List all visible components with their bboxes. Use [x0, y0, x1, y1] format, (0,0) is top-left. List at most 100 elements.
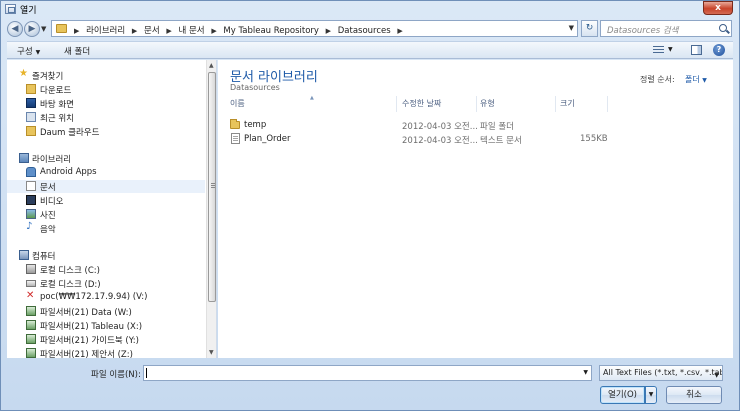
nav-label: 파일서버(21) 가이드북 (Y:) [40, 336, 139, 346]
nav-item-drive-z[interactable]: 파일서버(21) 제안서 (Z:) [7, 347, 205, 358]
disk-drive-icon [26, 264, 36, 274]
arrange-by-dropdown[interactable]: 폴더 ▼ [685, 74, 707, 85]
disk-drive-icon [26, 280, 36, 287]
address-bar[interactable]: ▶ 라이브러리 ▶ 문서 ▶ 내 문서 ▶ My Tableau Reposit… [51, 20, 578, 37]
nav-item-videos[interactable]: 비디오 [7, 194, 205, 207]
text-document-icon [231, 133, 240, 144]
filename-input[interactable]: ▼ [143, 365, 592, 381]
address-dropdown-icon[interactable]: ▼ [569, 24, 574, 32]
file-size: 155KB [580, 134, 608, 144]
nav-label: 사진 [40, 211, 56, 221]
preview-pane-icon[interactable] [691, 45, 702, 55]
nav-item-drive-w[interactable]: 파일서버(21) Data (W:) [7, 305, 205, 318]
chevron-right-icon[interactable]: ▶ [74, 27, 79, 35]
music-icon: ♪ [26, 221, 33, 232]
nav-item-music[interactable]: ♪ 음악 [7, 221, 205, 235]
scroll-up-icon[interactable]: ▲ [209, 62, 214, 69]
nav-item-pictures[interactable]: 사진 [7, 208, 205, 221]
search-icon[interactable] [719, 24, 727, 32]
nav-item-drive-y[interactable]: 파일서버(21) 가이드북 (Y:) [7, 333, 205, 346]
chevron-down-icon: ▼ [714, 372, 719, 379]
disconnected-drive-icon: ✕ [26, 290, 35, 301]
open-button[interactable]: 열기(O) [600, 386, 645, 404]
nav-label: 다운로드 [40, 86, 72, 96]
title-bar[interactable]: 열기 x [1, 1, 739, 18]
nav-item-android-apps[interactable]: Android Apps [7, 166, 205, 179]
file-type-select[interactable]: All Text Files (*.txt, *.csv, *.tab) ▼ [599, 365, 723, 381]
documents-icon [26, 181, 36, 191]
nav-label: 바탕 화면 [40, 100, 74, 110]
pictures-icon [26, 209, 36, 219]
library-icon [19, 153, 29, 163]
chevron-right-icon[interactable]: ▶ [166, 27, 171, 35]
close-button[interactable]: x [703, 1, 733, 15]
chevron-down-icon[interactable]: ▼ [668, 46, 673, 53]
star-icon: ★ [19, 68, 28, 79]
chevron-right-icon[interactable]: ▶ [132, 27, 137, 35]
nav-item-daum-cloud[interactable]: Daum 클라우드 [7, 125, 205, 138]
breadcrumb-libraries[interactable]: 라이브러리 [86, 26, 125, 36]
scroll-down-icon[interactable]: ▼ [209, 349, 214, 356]
nav-item-drive-d[interactable]: 로컬 디스크 (D:) [7, 277, 205, 290]
chevron-down-icon[interactable]: ▼ [583, 369, 588, 376]
download-folder-icon [26, 84, 36, 94]
nav-label: Android Apps [40, 167, 97, 177]
refresh-button[interactable]: ↻ [581, 20, 598, 37]
chevron-right-icon[interactable]: ▶ [211, 27, 216, 35]
column-header-type[interactable]: 유형 [480, 96, 556, 112]
nav-scrollbar[interactable]: ▲ ▼ [206, 60, 216, 358]
list-item[interactable]: temp 2012-04-03 오전... 파일 폴더 [218, 118, 618, 132]
filename-label: 파일 이름(N): [91, 370, 141, 380]
list-item[interactable]: Plan_Order 2012-04-03 오전... 텍스트 문서 155KB [218, 132, 618, 146]
scroll-thumb[interactable] [208, 72, 216, 302]
organize-label: 구성 [17, 47, 33, 57]
breadcrumb-documents[interactable]: 문서 [144, 26, 160, 36]
recent-places-icon [26, 112, 36, 122]
nav-favorites-header[interactable]: ★ 즐겨찾기 [7, 68, 205, 82]
computer-icon [19, 250, 29, 260]
navigation-pane: ★ 즐겨찾기 다운로드 바탕 화면 최근 위치 Daum 클라우드 라이브러리 … [7, 60, 217, 358]
nav-label: 파일서버(21) 제안서 (Z:) [40, 350, 133, 358]
nav-computer-header[interactable]: 컴퓨터 [7, 249, 205, 262]
cancel-button[interactable]: 취소 [666, 386, 722, 404]
column-header-modified[interactable]: 수정한 날짜 [402, 96, 477, 112]
help-icon[interactable]: ? [713, 44, 725, 56]
nav-label: poc(₩₩172.17.9.94) (V:) [40, 292, 148, 302]
nav-libraries-header[interactable]: 라이브러리 [7, 152, 205, 165]
network-drive-icon [26, 320, 36, 330]
nav-item-downloads[interactable]: 다운로드 [7, 83, 205, 96]
nav-label: 로컬 디스크 (C:) [40, 266, 100, 276]
nav-item-drive-c[interactable]: 로컬 디스크 (C:) [7, 263, 205, 276]
nav-item-documents[interactable]: 문서 [7, 180, 205, 193]
nav-label: 즐겨찾기 [32, 72, 64, 82]
new-folder-button[interactable]: 새 폴더 [64, 45, 90, 57]
chevron-right-icon[interactable]: ▶ [326, 27, 331, 35]
arrange-by-label: 정렬 순서: [640, 75, 675, 84]
network-drive-icon [26, 334, 36, 344]
folder-icon [56, 24, 67, 33]
recent-pages-dropdown-icon[interactable]: ▼ [41, 25, 49, 33]
nav-item-recent-places[interactable]: 최근 위치 [7, 111, 205, 124]
breadcrumb-tableau-repository[interactable]: My Tableau Repository [223, 26, 319, 36]
file-modified: 2012-04-03 오전... [402, 122, 478, 132]
nav-item-drive-v[interactable]: ✕ poc(₩₩172.17.9.94) (V:) [7, 290, 205, 304]
arrange-by-value: 폴더 [685, 75, 700, 84]
nav-label: 파일서버(21) Tableau (X:) [40, 322, 143, 332]
column-header-size[interactable]: 크기 [560, 96, 608, 112]
nav-item-desktop[interactable]: 바탕 화면 [7, 97, 205, 110]
open-options-button[interactable]: ▼ [645, 386, 657, 404]
search-input[interactable]: Datasources 검색 [600, 20, 732, 37]
column-header-name[interactable]: 이름 [230, 96, 397, 112]
chevron-right-icon[interactable]: ▶ [397, 27, 402, 35]
back-button[interactable]: ◀ [7, 21, 23, 37]
nav-label: 문서 [40, 183, 56, 193]
file-type: 파일 폴더 [480, 122, 514, 132]
organize-button[interactable]: 구성 ▼ [17, 45, 40, 57]
breadcrumb-my-documents[interactable]: 내 문서 [178, 26, 204, 36]
view-options-icon[interactable] [653, 46, 664, 55]
forward-button[interactable]: ▶ [24, 21, 40, 37]
window-title: 열기 [20, 6, 37, 16]
file-type: 텍스트 문서 [480, 136, 522, 146]
breadcrumb-datasources[interactable]: Datasources [338, 26, 391, 36]
nav-item-drive-x[interactable]: 파일서버(21) Tableau (X:) [7, 319, 205, 332]
